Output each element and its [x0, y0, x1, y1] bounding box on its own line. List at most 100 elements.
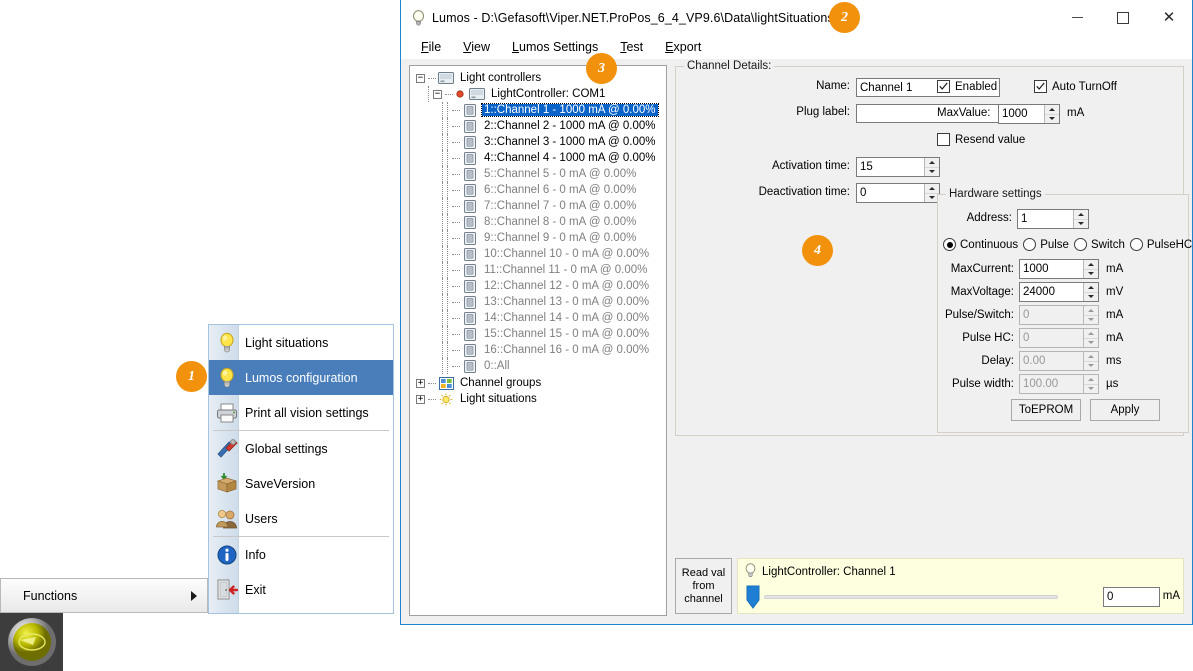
controller-tree[interactable]: − Light controllers − LightController: C…: [409, 65, 667, 616]
expander-icon[interactable]: +: [416, 378, 425, 388]
flyout-item-exit[interactable]: Exit: [209, 572, 393, 607]
spinner-down-button[interactable]: [1084, 291, 1098, 302]
menu-lumos-settings[interactable]: Lumos Settings: [501, 38, 609, 56]
auto-turnoff-checkbox-row[interactable]: Auto TurnOff: [1034, 80, 1117, 93]
tree-node-channel[interactable]: 15::Channel 15 - 0 mA @ 0.00%: [414, 326, 664, 342]
spinner-up-button[interactable]: [1084, 260, 1098, 269]
hardware-field-input[interactable]: [1020, 283, 1083, 301]
tree-node-light-situations[interactable]: + Light situations: [414, 391, 664, 407]
deactivation-time-input[interactable]: [857, 184, 924, 202]
tree-node-channel[interactable]: 7::Channel 7 - 0 mA @ 0.00%: [414, 198, 664, 214]
hardware-field-unit: mV: [1106, 286, 1124, 298]
minimize-button[interactable]: [1054, 0, 1100, 35]
maxvalue-spinner[interactable]: [998, 104, 1060, 124]
apply-button[interactable]: Apply: [1090, 399, 1160, 421]
spinner-up-button[interactable]: [1045, 105, 1059, 114]
tree-node-channel[interactable]: 13::Channel 13 - 0 mA @ 0.00%: [414, 294, 664, 310]
spinner-up-button[interactable]: [925, 184, 939, 193]
flyout-item-users[interactable]: Users: [209, 501, 393, 536]
tree-node-label: 13::Channel 13 - 0 mA @ 0.00%: [484, 296, 650, 308]
maxvalue-input[interactable]: [999, 105, 1044, 123]
tree-node-channel[interactable]: 1::Channel 1 - 1000 mA @ 0.00%: [414, 102, 664, 118]
tree-line: [447, 310, 448, 326]
tree-node-label: 4::Channel 4 - 1000 mA @ 0.00%: [484, 152, 656, 164]
expander-icon[interactable]: +: [416, 394, 425, 404]
close-button[interactable]: ✕: [1146, 0, 1192, 35]
auto-turnoff-checkbox[interactable]: [1034, 80, 1047, 93]
resend-value-checkbox[interactable]: [937, 133, 950, 146]
flyout-item-global-settings[interactable]: Global settings: [209, 431, 393, 466]
menu-test[interactable]: Test: [609, 38, 654, 56]
spinner-down-button[interactable]: [1045, 113, 1059, 124]
expander-icon[interactable]: −: [433, 89, 442, 99]
hardware-field-spinner[interactable]: [1019, 259, 1099, 279]
mode-radio-group[interactable]: Continuous Pulse Switch PulseHC: [943, 238, 1192, 251]
mode-radio-pulsehc[interactable]: PulseHC: [1129, 238, 1192, 251]
slider-track[interactable]: [764, 595, 1058, 599]
tree-node-channel[interactable]: 14::Channel 14 - 0 mA @ 0.00%: [414, 310, 664, 326]
tree-node-channel[interactable]: 3::Channel 3 - 1000 mA @ 0.00%: [414, 134, 664, 150]
flyout-item-info[interactable]: Info: [209, 537, 393, 572]
deactivation-time-spinner[interactable]: [856, 183, 940, 203]
tree-node-controller[interactable]: − LightController: COM1: [414, 86, 664, 102]
tree-node-channel[interactable]: 9::Channel 9 - 0 mA @ 0.00%: [414, 230, 664, 246]
tree-node-channel[interactable]: 8::Channel 8 - 0 mA @ 0.00%: [414, 214, 664, 230]
spinner-buttons[interactable]: [924, 158, 939, 176]
maximize-button[interactable]: [1100, 0, 1146, 35]
spinner-up-button: [1084, 329, 1098, 338]
spinner-buttons[interactable]: [1083, 283, 1098, 301]
activation-time-spinner[interactable]: [856, 157, 940, 177]
channel-slider-panel[interactable]: LightController: Channel 1 0 mA: [737, 558, 1184, 614]
functions-button[interactable]: Functions: [0, 578, 208, 613]
spinner-buttons[interactable]: [1044, 105, 1059, 123]
resend-value-checkbox-row[interactable]: Resend value: [937, 133, 1025, 146]
spinner-up-button[interactable]: [1084, 283, 1098, 292]
slider-thumb[interactable]: [746, 585, 760, 609]
toeprom-button[interactable]: ToEPROM: [1011, 399, 1081, 421]
spinner-down-button[interactable]: [1084, 268, 1098, 279]
radio-button[interactable]: [943, 238, 956, 251]
activation-time-input[interactable]: [857, 158, 924, 176]
hardware-field-input[interactable]: [1020, 260, 1083, 278]
tree-node-channel[interactable]: 0::All: [414, 358, 664, 374]
spinner-buttons[interactable]: [1083, 260, 1098, 278]
menu-view[interactable]: View: [452, 38, 501, 56]
flyout-item-light-situations[interactable]: Light situations: [209, 325, 393, 360]
address-spinner[interactable]: [1017, 209, 1089, 229]
radio-button[interactable]: [1129, 238, 1143, 251]
tree-node-root[interactable]: − Light controllers: [414, 70, 664, 86]
address-input[interactable]: [1018, 210, 1073, 228]
tree-node-channel[interactable]: 2::Channel 2 - 1000 mA @ 0.00%: [414, 118, 664, 134]
mode-radio-continuous[interactable]: Continuous: [943, 238, 1018, 251]
channel-icon: [462, 247, 478, 261]
mode-radio-pulse[interactable]: Pulse: [1023, 238, 1069, 251]
hardware-field-spinner[interactable]: [1019, 282, 1099, 302]
slider-value-input[interactable]: [1103, 587, 1160, 607]
flyout-item-saveversion[interactable]: SaveVersion: [209, 466, 393, 501]
spinner-up-button[interactable]: [925, 158, 939, 167]
tree-node-channel[interactable]: 11::Channel 11 - 0 mA @ 0.00%: [414, 262, 664, 278]
flyout-item-print-all-vision-settings[interactable]: Print all vision settings: [209, 395, 393, 430]
radio-button[interactable]: [1073, 238, 1087, 251]
flyout-item-lumos-configuration[interactable]: Lumos configuration: [209, 360, 393, 395]
read-value-from-channel-button[interactable]: Read val from channel: [675, 558, 732, 614]
tree-node-channel[interactable]: 6::Channel 6 - 0 mA @ 0.00%: [414, 182, 664, 198]
tree-node-channel[interactable]: 5::Channel 5 - 0 mA @ 0.00%: [414, 166, 664, 182]
mode-radio-switch[interactable]: Switch: [1073, 238, 1125, 251]
enabled-checkbox-row[interactable]: Enabled: [937, 80, 997, 93]
spinner-buttons[interactable]: [1073, 210, 1088, 228]
radio-button[interactable]: [1023, 238, 1037, 251]
functions-flyout-menu[interactable]: Light situations Lumos configuration Print…: [208, 324, 394, 614]
spinner-down-button[interactable]: [1074, 218, 1088, 229]
tree-node-channel[interactable]: 16::Channel 16 - 0 mA @ 0.00%: [414, 342, 664, 358]
menu-export[interactable]: Export: [654, 38, 712, 56]
enabled-checkbox[interactable]: [937, 80, 950, 93]
spinner-up-button[interactable]: [1074, 210, 1088, 219]
tree-node-channel[interactable]: 10::Channel 10 - 0 mA @ 0.00%: [414, 246, 664, 262]
expander-icon[interactable]: −: [416, 73, 425, 83]
menu-file[interactable]: File: [410, 38, 452, 56]
tree-node-channel[interactable]: 4::Channel 4 - 1000 mA @ 0.00%: [414, 150, 664, 166]
spinner-down-button[interactable]: [925, 166, 939, 177]
tree-node-channel[interactable]: 12::Channel 12 - 0 mA @ 0.00%: [414, 278, 664, 294]
tree-node-channel-groups[interactable]: + Channel groups: [414, 375, 664, 391]
